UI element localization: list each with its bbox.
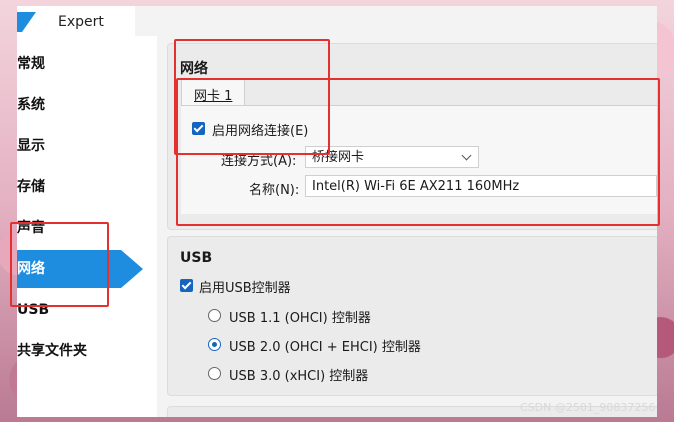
enable-usb-checkbox[interactable] (180, 279, 193, 292)
usb-2-0-radio[interactable] (208, 338, 221, 351)
sidebar-item-shared-folders[interactable]: 共享文件夹 (17, 332, 137, 370)
usb-section-title: USB (180, 250, 213, 266)
usb-3-0-label: USB 3.0 (xHCI) 控制器 (229, 369, 369, 384)
usb-section: USB 启用USB控制器 USB 1.1 (OHCI) 控制器 USB 2.0 … (167, 236, 657, 396)
usb-1-1-radio[interactable] (208, 309, 221, 322)
sidebar-item-storage[interactable]: 存储 (17, 168, 137, 206)
usb-3-0-radio[interactable] (208, 367, 221, 380)
highlight-adapter-box (176, 78, 660, 226)
usb-2-0-label: USB 2.0 (OHCI + EHCI) 控制器 (229, 340, 421, 355)
usb-1-1-label: USB 1.1 (OHCI) 控制器 (229, 311, 371, 326)
expert-mode-icon[interactable] (17, 12, 37, 32)
expert-mode-label: Expert (58, 14, 104, 30)
title-bar: Expert (17, 6, 135, 36)
highlight-network-nav-box (10, 222, 109, 307)
watermark-text: CSDN @2501_90837256 (520, 401, 656, 414)
enable-usb-label: 启用USB控制器 (199, 281, 291, 296)
sidebar-item-display[interactable]: 显示 (17, 127, 137, 165)
sidebar-item-general[interactable]: 常规 (17, 45, 137, 83)
sidebar-item-system[interactable]: 系统 (17, 86, 137, 124)
